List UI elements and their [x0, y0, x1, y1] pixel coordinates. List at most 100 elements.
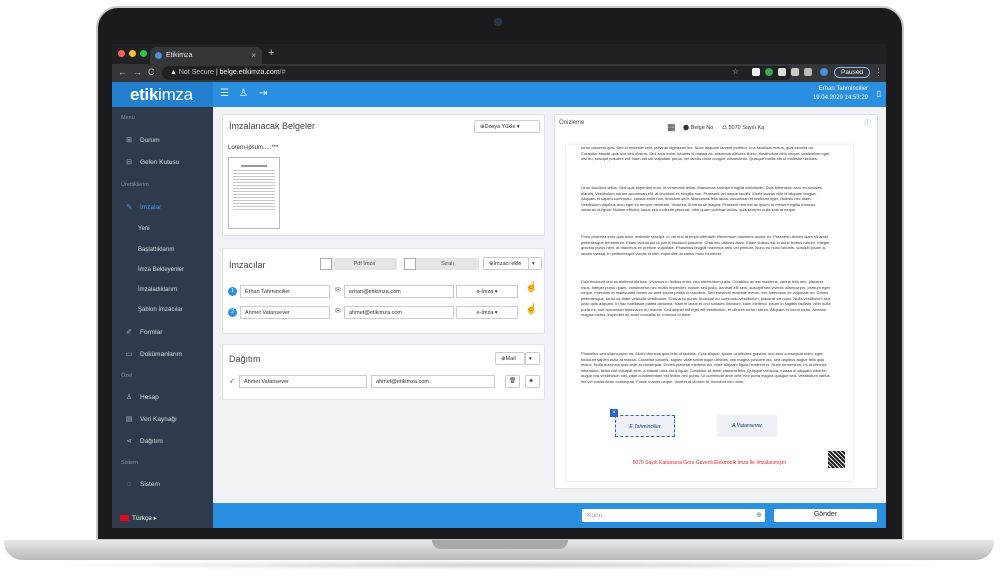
distribution-panel-title: Dağıtım: [229, 354, 261, 364]
bottom-action-bar: Konu ⊕ Gönder: [213, 503, 886, 528]
back-button[interactable]: ←: [118, 67, 127, 77]
extension-icon[interactable]: [791, 68, 799, 76]
sidebar-item-hesap[interactable]: ♙ Hesap: [125, 393, 159, 402]
mail-icon: ✉: [335, 308, 341, 315]
signature-field-1[interactable]: E.Tahmincilier: [615, 415, 675, 437]
close-window-button[interactable]: [118, 50, 125, 57]
signature-type-select[interactable]: e-İmza ▾: [456, 306, 518, 319]
bookmark-star-icon[interactable]: ☆: [732, 67, 739, 76]
sidebar-item-label: Formlar: [140, 328, 163, 336]
upload-file-button[interactable]: ⊕Dosya Yükle ▾: [474, 120, 540, 133]
profile-avatar[interactable]: [820, 68, 828, 76]
sidebar: Menü ⊞ Durum ⊟ Gelen Kutusu Ürettiklerim ✎…: [112, 107, 213, 528]
document-thumbnail[interactable]: [228, 157, 280, 229]
app-topbar: etikimza ☰ ♙ ⇥ Erhan Tahmincilier 19.04.…: [112, 82, 886, 107]
signer-options-dropdown[interactable]: ▾: [528, 257, 542, 270]
inbox-icon: ⊟: [126, 159, 132, 166]
info-icon[interactable]: ⓘ: [864, 118, 871, 128]
hamburger-menu-icon[interactable]: ☰: [220, 88, 229, 99]
qr-code-icon[interactable]: ▦: [667, 122, 676, 133]
sidebar-item-yeni[interactable]: Yeni: [138, 226, 149, 232]
remove-signature-icon[interactable]: ×: [610, 409, 618, 417]
belge-no-tab[interactable]: ⬤ Belge No: [683, 125, 713, 131]
new-tab-button[interactable]: +: [268, 47, 274, 59]
extension-icon[interactable]: [752, 68, 760, 76]
signature-type-select[interactable]: e-İmza ▾: [456, 285, 518, 298]
subject-input[interactable]: Konu ⊕: [582, 509, 765, 522]
add-icon[interactable]: ⊕: [756, 511, 762, 519]
upload-label: Dosya Yükle: [484, 124, 516, 130]
sidebar-item-imzalar[interactable]: ✎ İmzalar: [125, 203, 161, 212]
logout-icon[interactable]: ⇥: [259, 88, 267, 99]
signature-icon: ✎: [126, 204, 132, 211]
forward-button[interactable]: →: [133, 67, 142, 77]
distribution-panel: Dağıtım ⊕Mail ▾ ➶ Ahmet Vatansever ahmet…: [222, 344, 545, 400]
distribution-options-dropdown[interactable]: ▾: [525, 352, 540, 365]
tag-icon: ⬤: [683, 125, 691, 131]
document-paragraph: tortor placerat quis. Sed id molestie ve…: [581, 145, 830, 161]
sidebar-item-gelen-kutusu[interactable]: ⊟ Gelen Kutusu: [125, 158, 179, 167]
minimize-window-button[interactable]: [129, 50, 136, 57]
extension-icon[interactable]: [778, 68, 786, 76]
reload-button[interactable]: C: [148, 67, 155, 77]
mail-button[interactable]: ⊕Mail: [495, 352, 525, 365]
grid-icon: ⊞: [126, 137, 132, 144]
pdf-signature-label: Pdf İmza: [332, 258, 397, 270]
sidebar-item-sistem[interactable]: ◌ Sistem: [125, 481, 160, 488]
signature-field-2[interactable]: A.Vatansever: [717, 415, 777, 437]
extension-icon[interactable]: [765, 68, 773, 76]
sidebar-item-sablon-imzacilar[interactable]: Şablon İmzacılar: [138, 307, 183, 313]
address-bar[interactable]: ▲ Not Secure | belge.etikimza.com/#: [162, 66, 792, 80]
close-tab-icon[interactable]: ×: [251, 51, 256, 60]
user-datetime: 19.04.2020 14:53:29: [812, 95, 868, 101]
sidebar-section-sistem: Sistem: [121, 460, 138, 466]
signer-name-input[interactable]: Erhan Tahmincilier: [240, 285, 330, 298]
recipient-name-input[interactable]: Ahmet Vatansever: [239, 375, 367, 388]
sidebar-item-imza-bekleyenler[interactable]: İmza Bekleyenler: [138, 267, 184, 273]
paused-button[interactable]: Paused: [834, 67, 871, 78]
extension-icon[interactable]: [804, 68, 812, 76]
recipient-email-input[interactable]: ahmet@etikimza.com: [371, 375, 495, 388]
signer-email-input[interactable]: erhan@etikimza.com: [344, 285, 454, 298]
language-selector[interactable]: Türkçe ▸: [120, 514, 157, 522]
document-paragraph: Phasellus sed ullamcorper mi. Morbi rhon…: [581, 351, 830, 384]
browser-tab[interactable]: Etikimza ×: [150, 47, 262, 64]
sidebar-item-baslattiklarim[interactable]: Başlattıklarım: [138, 247, 174, 253]
signers-panel: İmzacılar Pdf İmza Sıralı ⊕İmzacı ekle ▾…: [222, 248, 545, 334]
sidebar-item-veri-kaynagi[interactable]: ▤ Veri Kaynağı: [125, 415, 177, 424]
sidebar-item-imzaladiklarim[interactable]: İmzaladıklarım: [138, 287, 177, 293]
logo[interactable]: etikimza: [112, 82, 213, 107]
sidebar-section-urettiklerim: Ürettiklerim: [121, 182, 149, 188]
documents-panel: İmzalanacak Belgeler ⊕Dosya Yükle ▾ Lore…: [222, 114, 545, 236]
signer-name-input[interactable]: Ahmet Vatansever: [240, 306, 330, 319]
maximize-window-button[interactable]: [140, 50, 147, 57]
documents-panel-title: İmzalanacak Belgeler: [229, 121, 316, 131]
hand-cursor-icon[interactable]: ☝: [525, 282, 537, 293]
document-preview-page: tortor placerat quis. Sed id molestie ve…: [566, 145, 853, 481]
law-tab[interactable]: ⚖ 5070 Sayılı Ka: [722, 125, 764, 131]
signer-email-input[interactable]: ahmet@etikimza.com: [344, 306, 454, 319]
laptop-base-notch: [432, 540, 568, 549]
sequential-label: Sıralı: [416, 258, 479, 270]
delete-icon[interactable]: 🗑: [505, 375, 520, 388]
logo-thin: imza: [158, 85, 193, 104]
browser-tab-bar: Etikimza × +: [112, 44, 886, 64]
add-signer-label: İmzacı ekle: [493, 261, 522, 267]
screen: Etikimza × + ← → C ▲ Not Secure | belge.…: [112, 44, 886, 528]
app: etikimza ☰ ♙ ⇥ Erhan Tahmincilier 19.04.…: [112, 82, 886, 528]
sidebar-item-formlar[interactable]: ✐ Formlar: [125, 328, 163, 337]
sidebar-item-durum[interactable]: ⊞ Durum: [125, 136, 159, 145]
system-icon: ◌: [126, 481, 132, 488]
send-button[interactable]: Gönder: [774, 509, 877, 522]
mobile-view-icon[interactable]: ▯: [877, 89, 881, 98]
webcam: [494, 18, 502, 26]
browser-menu-icon[interactable]: ⋮: [874, 67, 883, 78]
sidebar-item-dokumanlarim[interactable]: ▭ Dokümanlarım: [125, 350, 183, 359]
layers-icon[interactable]: ◈: [525, 375, 540, 388]
pdf-signature-checkbox[interactable]: [320, 258, 332, 270]
document-paragraph: Duis tincidunt orci ac eleifend ultrices…: [581, 279, 831, 317]
hand-cursor-icon[interactable]: ☝: [525, 304, 537, 315]
user-icon[interactable]: ♙: [239, 88, 248, 99]
sidebar-item-dagitim[interactable]: ⋖ Dağıtım: [125, 437, 163, 446]
sequential-checkbox[interactable]: [404, 258, 416, 270]
